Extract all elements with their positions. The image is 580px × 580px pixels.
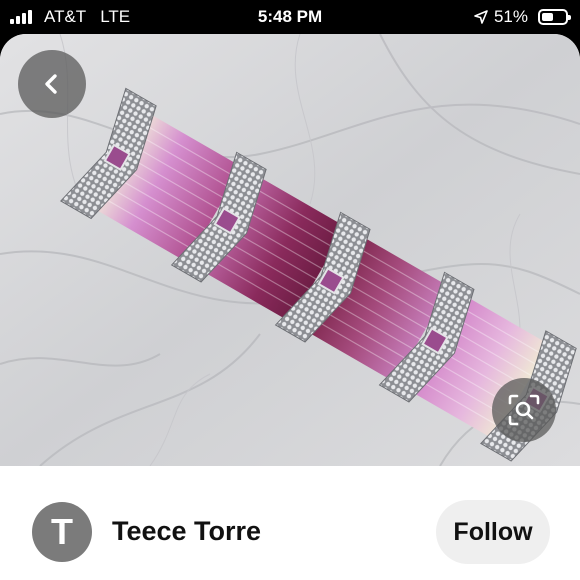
avatar[interactable]: T (32, 502, 92, 562)
back-button[interactable] (18, 50, 86, 118)
battery-icon (538, 9, 571, 25)
status-right: 51% (474, 7, 571, 27)
battery-fill (542, 13, 553, 21)
creator-name[interactable]: Teece Torre (112, 516, 261, 547)
creator-row: T Teece Torre Follow (0, 466, 580, 580)
battery-percent: 51% (493, 7, 528, 26)
chevron-left-icon (45, 74, 57, 94)
network-label: LTE (100, 7, 131, 26)
follow-button[interactable]: Follow (436, 500, 550, 564)
status-bar: AT&T LTE 5:48 PM 51% (0, 0, 580, 34)
pin-card: T Teece Torre Follow (0, 34, 580, 580)
visual-search-button[interactable] (492, 378, 556, 442)
status-left: AT&T LTE (10, 7, 130, 27)
visual-search-icon (508, 394, 540, 426)
carrier-label: AT&T (44, 7, 87, 26)
signal-strength-icon (10, 10, 32, 24)
location-arrow-icon (474, 10, 488, 24)
